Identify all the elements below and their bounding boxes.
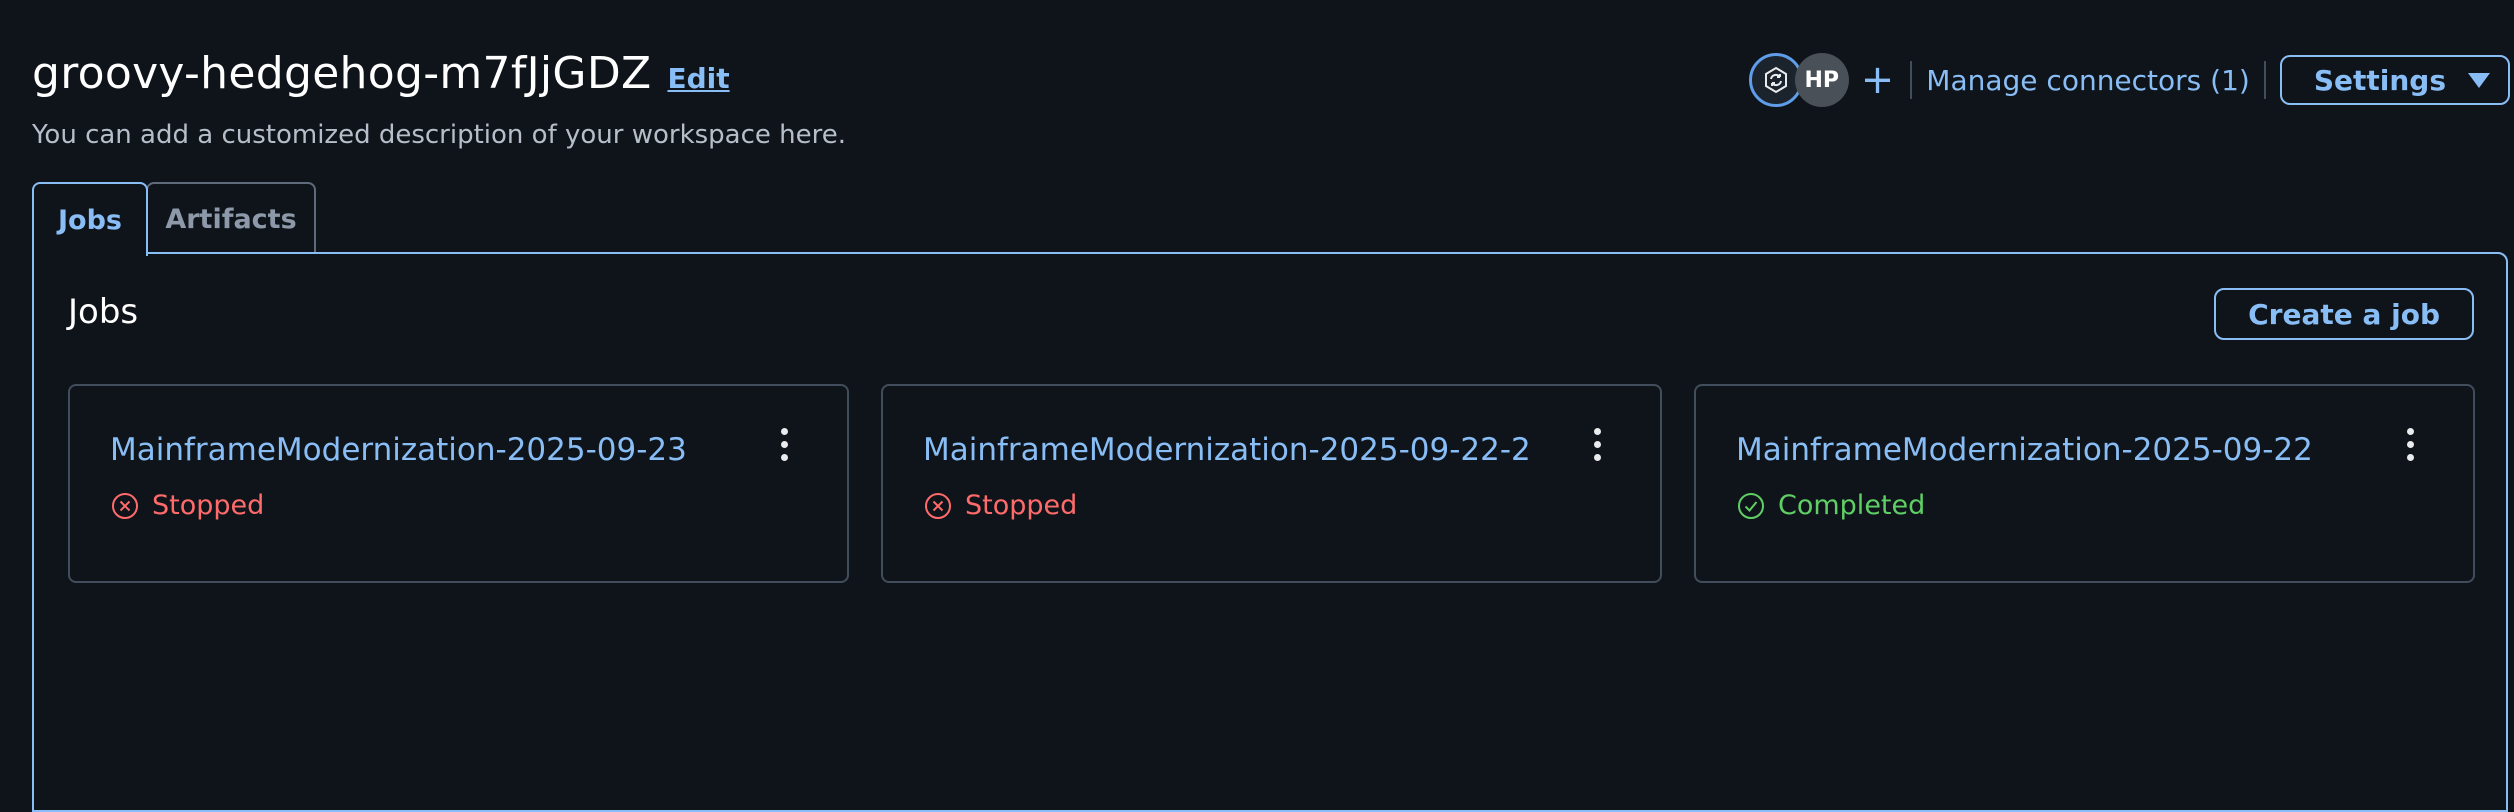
edit-link[interactable]: Edit bbox=[667, 62, 729, 95]
status-badge: Stopped bbox=[923, 490, 1077, 521]
more-actions-icon[interactable] bbox=[779, 428, 789, 461]
workspace-header: groovy-hedgehog-m7fJjGDZ Edit bbox=[32, 48, 730, 99]
check-circle-icon bbox=[1738, 492, 1764, 519]
refresh-agent-icon-graphic bbox=[1764, 66, 1787, 94]
user-avatar[interactable]: HP bbox=[1794, 53, 1849, 107]
tab-jobs[interactable]: Jobs bbox=[32, 182, 148, 256]
plus-icon[interactable]: + bbox=[1861, 60, 1895, 100]
more-actions-icon[interactable] bbox=[2405, 428, 2415, 461]
status-badge: Stopped bbox=[110, 490, 264, 521]
caret-down-icon bbox=[2468, 72, 2490, 88]
job-cards: MainframeModernization-2025-09-23 Stoppe… bbox=[68, 384, 2475, 583]
workspace-title: groovy-hedgehog-m7fJjGDZ bbox=[32, 48, 652, 99]
header-actions: HP + Manage connectors (1) Settings bbox=[1748, 52, 2510, 108]
job-card: MainframeModernization-2025-09-22 Comple… bbox=[1694, 384, 2475, 583]
x-circle-icon bbox=[925, 492, 951, 519]
job-title-link[interactable]: MainframeModernization-2025-09-22-2 bbox=[923, 432, 1531, 468]
divider bbox=[1910, 61, 1913, 99]
status-badge: Completed bbox=[1736, 490, 1925, 521]
settings-button[interactable]: Settings bbox=[2279, 55, 2510, 105]
settings-label: Settings bbox=[2313, 63, 2446, 97]
workspace-description: You can add a customized description of … bbox=[32, 120, 847, 150]
job-card: MainframeModernization-2025-09-22-2 Stop… bbox=[881, 384, 1662, 583]
jobs-panel: Jobs Create a job MainframeModernization… bbox=[32, 252, 2508, 812]
job-title-link[interactable]: MainframeModernization-2025-09-22 bbox=[1736, 432, 2313, 468]
tab-artifacts[interactable]: Artifacts bbox=[146, 182, 316, 254]
divider bbox=[2263, 61, 2266, 99]
collaborator-avatars: HP bbox=[1748, 53, 1849, 107]
create-job-button[interactable]: Create a job bbox=[2214, 288, 2474, 340]
status-text: Stopped bbox=[965, 490, 1078, 521]
jobs-heading: Jobs bbox=[68, 292, 139, 332]
status-text: Stopped bbox=[152, 490, 265, 521]
more-actions-icon[interactable] bbox=[1592, 428, 1602, 461]
job-card: MainframeModernization-2025-09-23 Stoppe… bbox=[68, 384, 849, 583]
x-circle-icon bbox=[112, 492, 138, 519]
manage-connectors-link[interactable]: Manage connectors (1) bbox=[1926, 64, 2250, 97]
job-title-link[interactable]: MainframeModernization-2025-09-23 bbox=[110, 432, 687, 468]
status-text: Completed bbox=[1778, 490, 1926, 521]
